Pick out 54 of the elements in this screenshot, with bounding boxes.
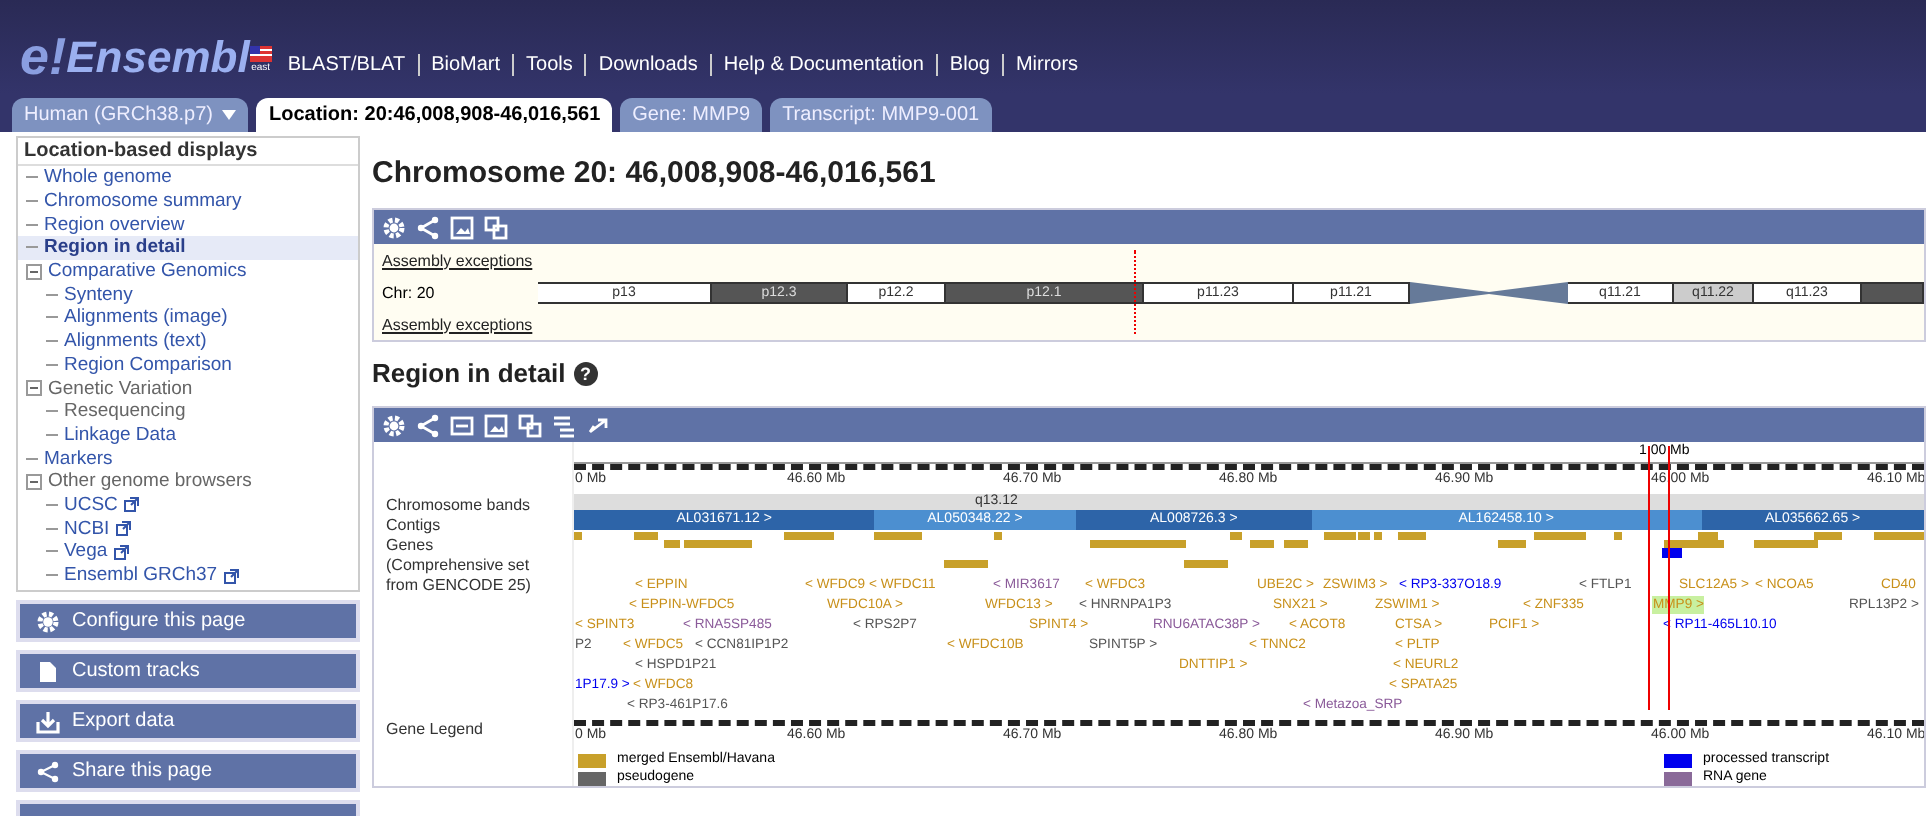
sidebar-item[interactable]: Region overview (18, 212, 358, 237)
image-icon[interactable] (450, 215, 474, 239)
nav-link[interactable]: BioMart (431, 54, 501, 76)
tracks-icon[interactable] (552, 413, 576, 437)
nav-link[interactable]: Mirrors (1015, 54, 1079, 76)
flag-icon (249, 46, 272, 62)
sidebar-item[interactable]: Region in detail (18, 236, 358, 260)
sidebar-button[interactable]: Export data (16, 700, 360, 743)
track-label: Contigs (386, 516, 441, 536)
settings-icon[interactable] (382, 215, 406, 239)
track-label: Chr: 20 (382, 283, 437, 301)
help-icon[interactable]: ? (573, 361, 598, 385)
track-label: Genes (Comprehensive set from GENCODE 25) (386, 536, 531, 596)
nav-link[interactable]: Downloads (598, 54, 698, 76)
nav-link[interactable]: Tools (526, 54, 573, 76)
sidebar-item[interactable]: Chromosome summary (18, 189, 358, 213)
logo-mark[interactable]: e! (20, 26, 67, 86)
share-icon[interactable] (416, 215, 440, 239)
sidebar-item[interactable]: Comparative Genomics (18, 259, 358, 283)
settings-icon (36, 609, 60, 634)
page-title: Chromosome 20: 46,008,908-46,016,561 (372, 156, 938, 190)
sidebar-item[interactable]: Alignments (image) (18, 306, 358, 330)
sidebar-item[interactable]: Markers (18, 446, 358, 470)
track-label[interactable]: Assembly exceptions (382, 315, 538, 333)
sidebar-heading: Location-based displays (18, 138, 358, 166)
share-icon (36, 759, 60, 784)
tab[interactable]: Location: 20:46,008,908-46,016,561 (256, 98, 613, 132)
track-label: Gene Legend (386, 720, 483, 740)
sidebar-button[interactable]: Share this page (16, 750, 360, 793)
section-title: Region in detail ? (372, 358, 1926, 388)
chromosome-band[interactable] (1862, 281, 1924, 303)
resize-icon[interactable] (484, 215, 508, 239)
resize-icon[interactable] (518, 413, 542, 437)
image-icon[interactable] (484, 413, 508, 437)
logo-name[interactable]: Ensembl (66, 30, 250, 86)
sidebar-button[interactable]: Custom tracks (16, 650, 360, 693)
track-label: Chromosome bands (386, 496, 531, 516)
collapse-icon[interactable] (26, 263, 42, 280)
sidebar-item[interactable]: Alignments (text) (18, 329, 358, 353)
track-label[interactable]: Assembly exceptions (382, 251, 538, 269)
download-icon (36, 709, 60, 734)
document-icon (36, 659, 60, 684)
nav-link[interactable]: Blog (949, 54, 990, 76)
share-icon[interactable] (416, 413, 440, 437)
sidebar-item[interactable]: Synteny (18, 282, 358, 307)
sidebar-item[interactable]: Region Comparison (18, 353, 358, 377)
sidebar-item[interactable]: Whole genome (18, 166, 358, 190)
location-marker (1134, 250, 1136, 334)
nav-link[interactable]: Help & Documentation (723, 54, 924, 76)
caret-icon (222, 110, 237, 120)
settings-icon[interactable] (382, 413, 406, 437)
export-icon[interactable] (450, 413, 474, 437)
sidebar-button[interactable]: Configure this page (16, 600, 360, 643)
nav-link[interactable]: BLAST/BLAT (287, 54, 406, 76)
